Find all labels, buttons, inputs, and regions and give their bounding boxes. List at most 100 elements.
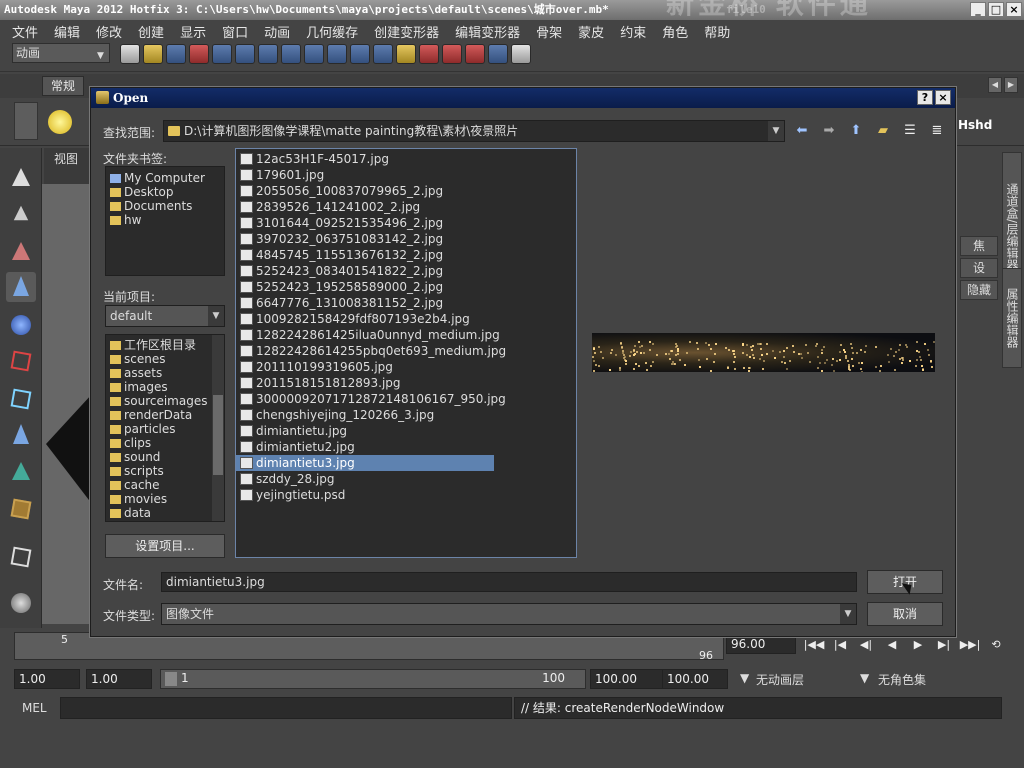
project-folders-scrollbar[interactable] <box>212 335 224 521</box>
menu-item[interactable]: 几何缓存 <box>298 22 366 41</box>
menu-item[interactable]: 创建 <box>130 22 172 41</box>
file-list-item[interactable]: 30000092071712872148106167_950.jpg <box>236 391 576 407</box>
bookmark-item[interactable]: Desktop <box>106 185 224 199</box>
look-in-combo[interactable]: D:\计算机图形图像学课程\matte painting教程\素材\夜景照片 ▼ <box>163 120 785 142</box>
project-folder-item[interactable]: movies <box>106 492 224 506</box>
file-list-item[interactable]: 6647776_131008381152_2.jpg <box>236 295 576 311</box>
file-list[interactable]: 12ac53H1F-45017.jpg 179601.jpg 2055056_100… <box>235 148 577 558</box>
project-folder-item[interactable]: sourceimages <box>106 394 224 408</box>
playback-button[interactable]: |◀◀ <box>802 636 826 654</box>
chevron-right-icon[interactable]: ▶ <box>1004 77 1018 93</box>
chevron-down-icon[interactable]: ▼ <box>860 671 869 685</box>
project-folders-list[interactable]: 工作区根目录 scenes assets images sourceimages rend… <box>105 334 225 522</box>
lock-icon[interactable] <box>396 44 416 64</box>
current-time-field[interactable]: 96.00 <box>726 634 796 654</box>
menu-item[interactable]: 编辑变形器 <box>447 22 528 41</box>
layout-single[interactable] <box>6 542 36 572</box>
project-folder-item[interactable]: scenes <box>106 352 224 366</box>
scale-tool[interactable] <box>6 346 36 376</box>
save-scene-icon[interactable] <box>166 44 186 64</box>
snap-plane-icon[interactable] <box>327 44 347 64</box>
minimize-button[interactable]: _ <box>970 2 986 17</box>
menu-item[interactable]: 创建变形器 <box>366 22 447 41</box>
shelf-menu[interactable] <box>14 102 38 140</box>
start-time-field[interactable]: 1.00 <box>14 669 80 689</box>
end-time-field[interactable]: 100.00 <box>662 669 728 689</box>
snap-curve-icon[interactable] <box>281 44 301 64</box>
presets-button[interactable]: 设 <box>960 258 998 278</box>
file-list-item[interactable]: 12ac53H1F-45017.jpg <box>236 151 576 167</box>
project-folder-item[interactable]: particles <box>106 422 224 436</box>
menu-item[interactable]: 蒙皮 <box>570 22 612 41</box>
paint-select-tool[interactable] <box>6 236 36 266</box>
select-hierarchy-icon[interactable] <box>189 44 209 64</box>
file-list-item[interactable]: 201110199319605.jpg <box>236 359 576 375</box>
file-list-item[interactable]: 1009282158429fdf807193e2b4.jpg <box>236 311 576 327</box>
file-list-item[interactable]: 12822428614255pbq0et693_medium.jpg <box>236 343 576 359</box>
lasso-tool[interactable] <box>6 198 36 228</box>
menu-item[interactable]: 骨架 <box>528 22 570 41</box>
soft-mod-tool[interactable] <box>6 420 36 450</box>
file-list-item[interactable]: dimiantietu2.jpg <box>236 439 576 455</box>
list-view-icon[interactable]: ☰ <box>899 122 921 140</box>
new-folder-icon[interactable]: ▰ <box>872 122 894 140</box>
file-list-item[interactable]: 4845745_115513676132_2.jpg <box>236 247 576 263</box>
move-tool[interactable] <box>6 272 36 302</box>
manipulator-tool[interactable] <box>6 384 36 414</box>
project-folder-item[interactable]: assets <box>106 366 224 380</box>
playback-start-field[interactable]: 1.00 <box>86 669 152 689</box>
file-type-combo[interactable]: 图像文件 ▼ <box>161 603 857 625</box>
scrollbar-thumb[interactable] <box>213 395 223 475</box>
snap-point-icon[interactable] <box>304 44 324 64</box>
command-language-label[interactable]: MEL <box>8 697 56 719</box>
menu-item[interactable]: 编辑 <box>46 22 88 41</box>
file-list-item[interactable]: szddy_28.jpg <box>236 471 576 487</box>
playback-button[interactable]: |◀ <box>828 636 852 654</box>
help-button[interactable]: ? <box>917 90 933 105</box>
menu-item[interactable]: 修改 <box>88 22 130 41</box>
chevron-left-icon[interactable]: ◀ <box>988 77 1002 93</box>
playback-button[interactable]: ◀ <box>880 636 904 654</box>
tab-attribute-editor[interactable]: 属性编辑器 <box>1002 268 1022 368</box>
menu-item[interactable]: 文件 <box>4 22 46 41</box>
hypershade-icon[interactable] <box>488 44 508 64</box>
menu-item[interactable]: 窗口 <box>214 22 256 41</box>
project-folder-item[interactable]: clips <box>106 436 224 450</box>
file-list-item[interactable]: 3970232_063751083142_2.jpg <box>236 231 576 247</box>
playback-button[interactable]: ▶| <box>932 636 956 654</box>
render-settings-icon[interactable] <box>465 44 485 64</box>
anim-layer-label[interactable]: 无动画层 <box>756 671 804 688</box>
select-component-icon[interactable] <box>235 44 255 64</box>
up-icon[interactable]: ⬆ <box>845 122 867 140</box>
back-icon[interactable]: ⬅ <box>791 122 813 140</box>
mode-selector[interactable]: 动画 ▼ <box>12 43 110 63</box>
menu-item[interactable]: 约束 <box>612 22 654 41</box>
file-list-item[interactable]: dimiantietu.jpg <box>236 423 576 439</box>
file-list-item[interactable]: 1282242861425ilua0unnyd_medium.jpg <box>236 327 576 343</box>
menu-item[interactable]: 显示 <box>172 22 214 41</box>
project-folder-item[interactable]: images <box>106 380 224 394</box>
menu-item[interactable]: 动画 <box>256 22 298 41</box>
new-scene-icon[interactable] <box>120 44 140 64</box>
rotate-tool[interactable] <box>6 310 36 340</box>
detail-view-icon[interactable]: ≣ <box>926 122 948 140</box>
select-tool[interactable] <box>6 162 36 192</box>
file-list-item[interactable]: 5252423_195258589000_2.jpg <box>236 279 576 295</box>
bookmark-item[interactable]: hw <box>106 213 224 227</box>
bookmarks-list[interactable]: My Computer Desktop Documents hw <box>105 166 225 276</box>
bookmark-item[interactable]: Documents <box>106 199 224 213</box>
project-folder-item[interactable]: data <box>106 506 224 520</box>
viewport[interactable] <box>42 184 92 624</box>
file-list-item[interactable]: dimiantietu3.jpg <box>236 455 494 471</box>
sun-icon[interactable] <box>48 110 72 134</box>
menu-item[interactable]: 帮助 <box>696 22 738 41</box>
file-list-item[interactable]: chengshiyejing_120266_3.jpg <box>236 407 576 423</box>
project-folder-item[interactable]: scripts <box>106 464 224 478</box>
project-folder-item[interactable]: cache <box>106 478 224 492</box>
show-panel-icon[interactable] <box>511 44 531 64</box>
snap-grid-icon[interactable] <box>258 44 278 64</box>
input-ops-icon[interactable] <box>373 44 393 64</box>
ipr-render-icon[interactable] <box>442 44 462 64</box>
open-scene-icon[interactable] <box>143 44 163 64</box>
hide-button[interactable]: 隐藏 <box>960 280 998 300</box>
